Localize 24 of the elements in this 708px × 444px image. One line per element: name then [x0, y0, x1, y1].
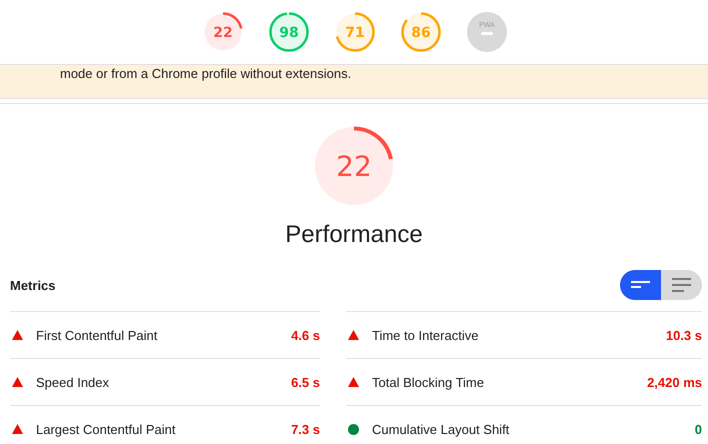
lines-icon: [672, 278, 692, 292]
metrics-heading: Metrics: [10, 278, 56, 292]
metric-value: 7.3 s: [291, 422, 320, 436]
metric-name: Time to Interactive: [372, 328, 480, 342]
warning-text: mode or from a Chrome profile without extensions.: [60, 67, 352, 81]
category-title: Performance: [285, 221, 423, 249]
score-gauge[interactable]: 71: [335, 12, 375, 52]
metric-value: 0: [694, 422, 702, 436]
score-gauge[interactable]: 98: [269, 12, 309, 52]
metric-name: Largest Contentful Paint: [36, 422, 176, 436]
metric-value: 2,420 ms: [647, 374, 702, 390]
metric-value: 10.3 s: [666, 328, 702, 342]
expanded-view-button[interactable]: [661, 270, 702, 300]
metric-value: 6.5 s: [291, 374, 320, 390]
score-gauge[interactable]: 22: [203, 12, 243, 52]
metric-name: Total Blocking Time: [372, 374, 485, 390]
score-gauge[interactable]: 86: [401, 12, 441, 52]
metric-name: First Contentful Paint: [36, 328, 158, 342]
lines-icon: [630, 280, 650, 290]
metric-name: Speed Index: [36, 374, 110, 390]
metric-value: 4.6 s: [291, 328, 320, 342]
metric-name: Cumulative Layout Shift: [372, 422, 510, 436]
compact-view-button[interactable]: [620, 270, 661, 300]
performance-gauge: 22: [313, 125, 395, 207]
